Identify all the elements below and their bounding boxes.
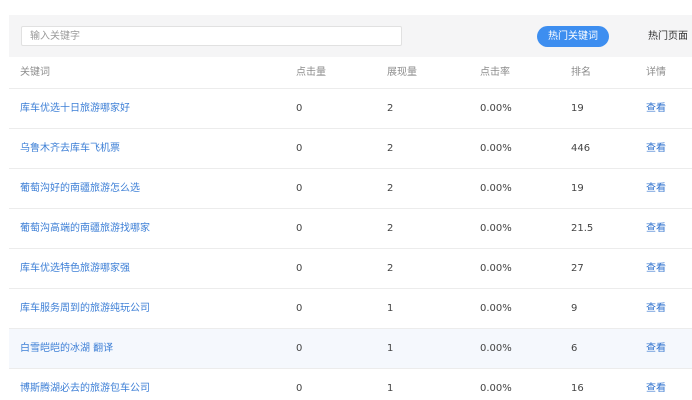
ctr-cell: 0.00%: [480, 143, 512, 154]
view-link[interactable]: 查看: [646, 89, 666, 128]
ctr-cell: 0.00%: [480, 263, 512, 274]
table-row: 白雪皑皑的冰湖 翻译 0 1 0.00% 6 查看: [9, 329, 692, 369]
table-row: 博斯腾湖必去的旅游包车公司 0 1 0.00% 16 查看: [9, 369, 692, 400]
clicks-cell: 0: [296, 223, 303, 234]
rank-cell: 19: [571, 183, 584, 194]
view-link[interactable]: 查看: [646, 329, 666, 368]
ctr-cell: 0.00%: [480, 303, 512, 314]
view-link[interactable]: 查看: [646, 129, 666, 168]
table-row: 葡萄沟好的南疆旅游怎么选 0 2 0.00% 19 查看: [9, 169, 692, 209]
header-keyword: 关键词: [20, 67, 50, 78]
keyword-table: 关键词 点击量 展现量 点击率 排名 详情 库车优选十日旅游哪家好 0 2 0.…: [9, 57, 692, 400]
header-ctr: 点击率: [480, 67, 510, 78]
view-link[interactable]: 查看: [646, 369, 666, 400]
table-header: 关键词 点击量 展现量 点击率 排名 详情: [9, 57, 692, 89]
clicks-cell: 0: [296, 303, 303, 314]
ctr-cell: 0.00%: [480, 103, 512, 114]
clicks-cell: 0: [296, 383, 303, 394]
ctr-cell: 0.00%: [480, 383, 512, 394]
keyword-link[interactable]: 葡萄沟好的南疆旅游怎么选: [20, 169, 140, 208]
keyword-link[interactable]: 库车优选十日旅游哪家好: [20, 89, 130, 128]
view-link[interactable]: 查看: [646, 289, 666, 328]
toolbar: 热门关键词 热门页面: [9, 15, 692, 57]
view-link[interactable]: 查看: [646, 249, 666, 288]
impressions-cell: 2: [387, 223, 394, 234]
clicks-cell: 0: [296, 103, 303, 114]
rank-cell: 9: [571, 303, 578, 314]
impressions-cell: 1: [387, 303, 394, 314]
table-row: 库车优选特色旅游哪家强 0 2 0.00% 27 查看: [9, 249, 692, 289]
rank-cell: 446: [571, 143, 591, 154]
rank-cell: 19: [571, 103, 584, 114]
view-link[interactable]: 查看: [646, 209, 666, 248]
table-row: 葡萄沟高端的南疆旅游找哪家 0 2 0.00% 21.5 查看: [9, 209, 692, 249]
header-clicks: 点击量: [296, 67, 326, 78]
keyword-link[interactable]: 库车服务周到的旅游纯玩公司: [20, 289, 150, 328]
search-input[interactable]: [21, 26, 402, 46]
header-detail: 详情: [646, 67, 666, 78]
header-impressions: 展现量: [387, 67, 417, 78]
rank-cell: 16: [571, 383, 584, 394]
impressions-cell: 2: [387, 183, 394, 194]
clicks-cell: 0: [296, 263, 303, 274]
table-row: 库车优选十日旅游哪家好 0 2 0.00% 19 查看: [9, 89, 692, 129]
rank-cell: 21.5: [571, 223, 594, 234]
hot-page-tab[interactable]: 热门页面: [648, 26, 688, 47]
clicks-cell: 0: [296, 183, 303, 194]
rank-cell: 27: [571, 263, 584, 274]
clicks-cell: 0: [296, 343, 303, 354]
keyword-report-page: 热门关键词 热门页面 关键词 点击量 展现量 点击率 排名 详情 库车优选十日旅…: [0, 0, 692, 400]
keyword-link[interactable]: 库车优选特色旅游哪家强: [20, 249, 130, 288]
impressions-cell: 2: [387, 103, 394, 114]
view-link[interactable]: 查看: [646, 169, 666, 208]
keyword-link[interactable]: 乌鲁木齐去库车飞机票: [20, 129, 120, 168]
hot-keyword-button[interactable]: 热门关键词: [537, 26, 609, 47]
impressions-cell: 1: [387, 383, 394, 394]
impressions-cell: 1: [387, 343, 394, 354]
table-row: 库车服务周到的旅游纯玩公司 0 1 0.00% 9 查看: [9, 289, 692, 329]
ctr-cell: 0.00%: [480, 343, 512, 354]
impressions-cell: 2: [387, 263, 394, 274]
rank-cell: 6: [571, 343, 578, 354]
clicks-cell: 0: [296, 143, 303, 154]
keyword-link[interactable]: 葡萄沟高端的南疆旅游找哪家: [20, 209, 150, 248]
keyword-link[interactable]: 博斯腾湖必去的旅游包车公司: [20, 369, 150, 400]
keyword-link[interactable]: 白雪皑皑的冰湖 翻译: [20, 329, 113, 368]
impressions-cell: 2: [387, 143, 394, 154]
ctr-cell: 0.00%: [480, 183, 512, 194]
ctr-cell: 0.00%: [480, 223, 512, 234]
header-rank: 排名: [571, 67, 591, 78]
table-row: 乌鲁木齐去库车飞机票 0 2 0.00% 446 查看: [9, 129, 692, 169]
